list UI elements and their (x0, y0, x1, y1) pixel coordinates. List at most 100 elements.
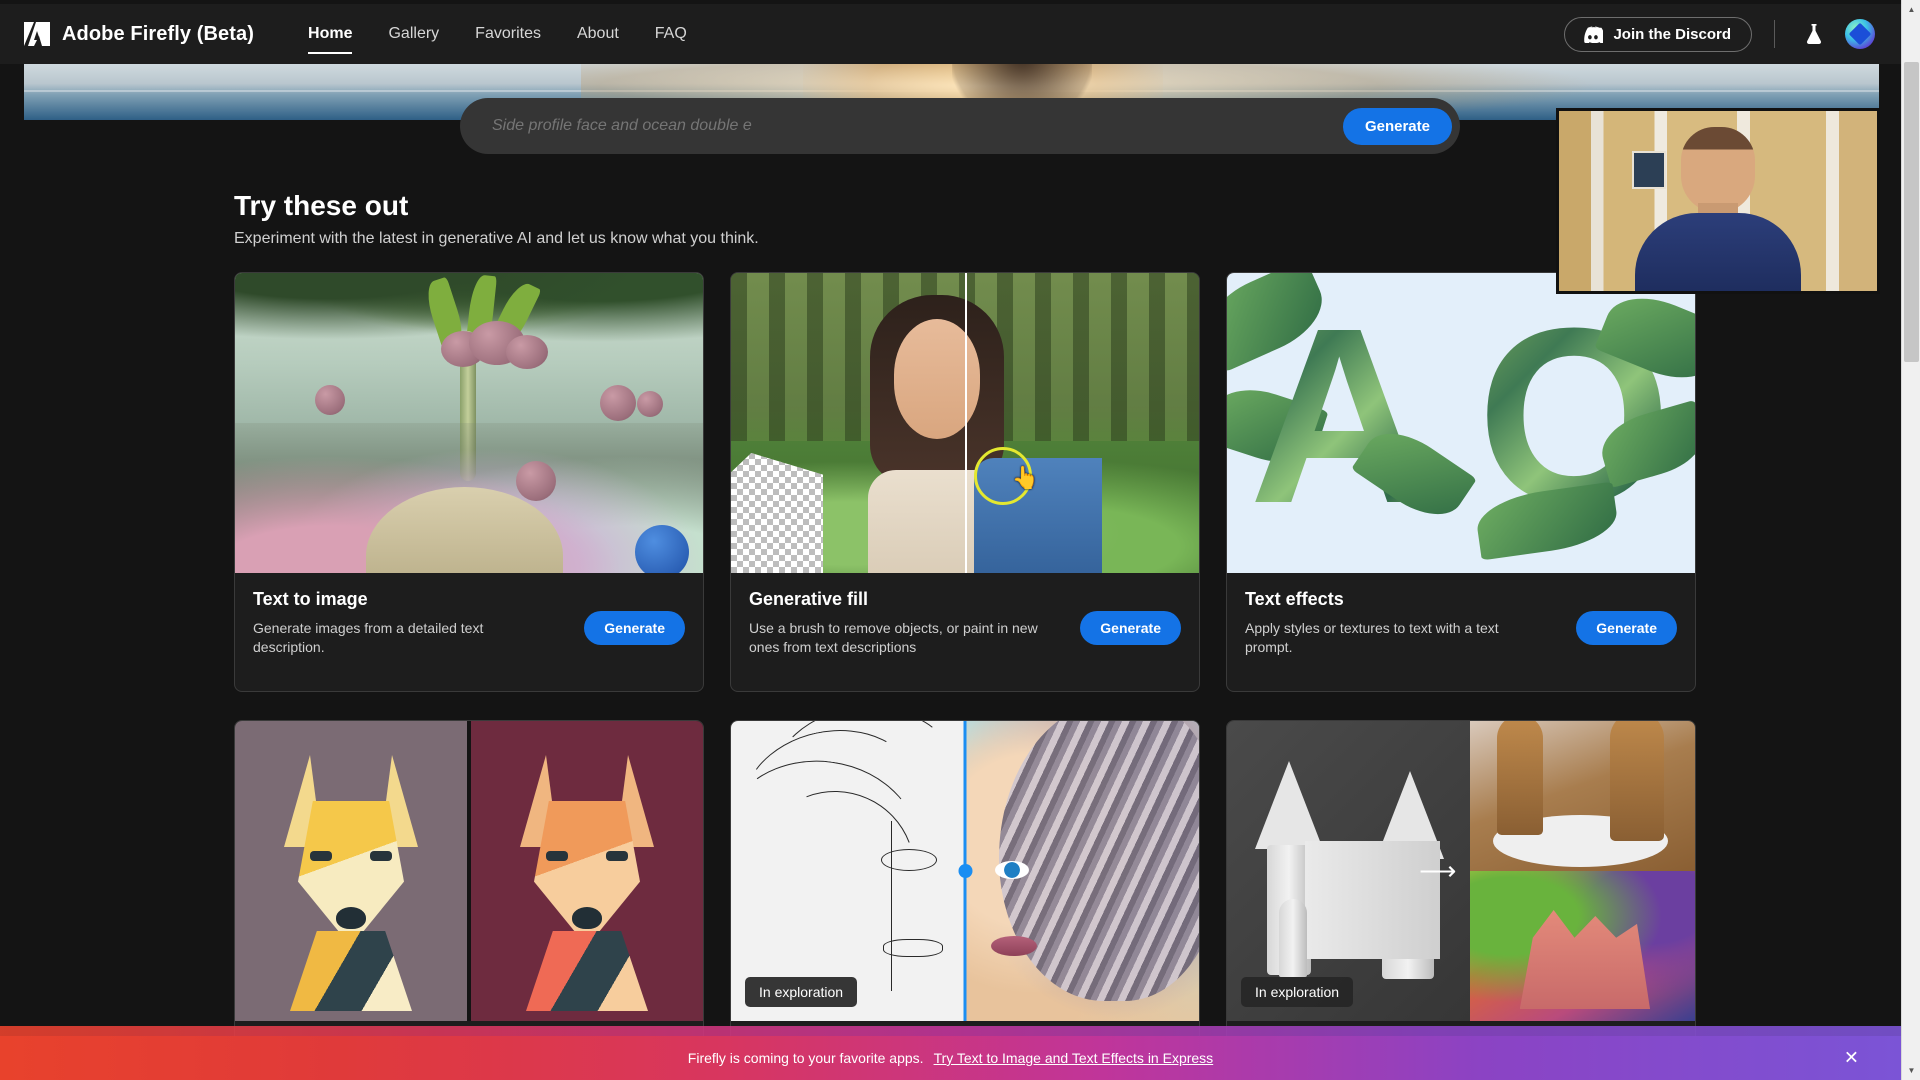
prompt-input[interactable] (492, 117, 1343, 135)
card-title: Text to image (253, 589, 368, 609)
nav-divider (1774, 20, 1775, 48)
sketch-lips (883, 939, 943, 957)
card-3d-to-image-media: ⟶ In exploration (1227, 721, 1695, 1021)
nav-link-about[interactable]: About (559, 4, 637, 64)
card-text-effects-media: A O (1227, 273, 1695, 573)
dog-pair-image (235, 721, 703, 1021)
card-generate-button-text-effects[interactable]: Generate (1576, 611, 1677, 645)
generated-lips (991, 936, 1037, 956)
webcam-person-head (1681, 127, 1755, 213)
badge-in-exploration: In exploration (745, 977, 858, 1007)
card-text-effects-body: Text effects Apply styles or textures to… (1227, 573, 1695, 691)
dog-nose (572, 907, 602, 929)
card-text-to-image-body: Text to image Generate images from a det… (235, 573, 703, 691)
painted-castle-image (1470, 871, 1695, 1021)
garden-bulb (515, 461, 556, 501)
user-avatar[interactable] (1845, 19, 1875, 49)
dog-nose (336, 907, 366, 929)
close-icon[interactable]: ✕ (1844, 1048, 1859, 1069)
brand[interactable]: Adobe Firefly (Beta) (24, 22, 254, 46)
gingerbread-tower (1497, 721, 1544, 835)
feature-card-grid: Text to image Generate images from a det… (234, 272, 1696, 1080)
promo-gradient-strip (0, 1026, 1901, 1036)
scroll-down-arrow-icon[interactable]: ▼ (1902, 1061, 1920, 1080)
generated-eye (995, 861, 1029, 879)
card-title: Generative fill (749, 589, 869, 609)
adobe-a-logo-icon (24, 22, 50, 46)
dog-pane-right (471, 721, 703, 1021)
app-viewport: Adobe Firefly (Beta) Home Gallery Favori… (0, 0, 1920, 1080)
scrollbar-thumb[interactable] (1904, 62, 1919, 362)
dog-pane-left (235, 721, 467, 1021)
card-description: Generate images from a detailed text des… (253, 620, 484, 655)
dog-eye-left (310, 851, 332, 861)
brand-name: Adobe Firefly (Beta) (62, 22, 255, 45)
card-description: Apply styles or textures to text with a … (1245, 620, 1499, 655)
sketch-to-image-comparison (731, 721, 1199, 1021)
dog-neck (526, 931, 648, 1011)
prompt-bar[interactable]: Generate (460, 98, 1460, 154)
discord-icon (1584, 26, 1604, 43)
scroll-up-arrow-icon[interactable]: ▲ (1902, 0, 1920, 19)
card-text-effects[interactable]: A O Text effects Apply styles or texture… (1226, 272, 1696, 692)
garden-blue-orb (635, 525, 689, 573)
comparison-slider-line[interactable] (958, 721, 972, 1021)
gf-hand-cursor-icon: 👆 (1011, 465, 1040, 490)
card-sketch-to-image-media: In exploration (731, 721, 1199, 1021)
card-style-transfer-dogs-media (235, 721, 703, 1021)
castle-cone-roof (1255, 761, 1323, 849)
avatar-inner-shape (1848, 22, 1872, 46)
sketch-side (731, 721, 965, 1021)
dog-head (276, 755, 426, 1011)
beta-flask-button[interactable] (1797, 17, 1831, 51)
text-effects-image: A O (1227, 273, 1695, 573)
card-text-to-image[interactable]: Text to image Generate images from a det… (234, 272, 704, 692)
card-text-to-image-media (235, 273, 703, 573)
garden-bulb (600, 385, 637, 421)
flask-icon (1806, 24, 1822, 45)
generated-hair (999, 721, 1199, 1001)
webcam-person-torso (1635, 213, 1801, 291)
join-discord-label: Join the Discord (1613, 25, 1731, 43)
generated-side (965, 721, 1199, 1021)
promo-banner: Firefly is coming to your favorite apps.… (0, 1036, 1901, 1080)
card-description: Use a brush to remove objects, or paint … (749, 620, 1038, 655)
gf-before-after-divider[interactable] (965, 273, 967, 573)
garden-bulb (314, 385, 345, 415)
garden-bulb (506, 335, 549, 369)
dog-eye-right (370, 851, 392, 861)
card-generative-fill-media: 👆 (731, 273, 1199, 573)
enchanted-garden-image (235, 273, 703, 573)
sketch-face-contour (891, 821, 951, 991)
three-d-model-side: ⟶ (1227, 721, 1470, 1021)
promo-link[interactable]: Try Text to Image and Text Effects in Ex… (934, 1050, 1214, 1066)
scrollbar-track-top[interactable] (1902, 19, 1920, 62)
card-generative-fill[interactable]: 👆 Generative fill Use a brush to remove … (730, 272, 1200, 692)
castle-small-tower (1279, 899, 1307, 977)
join-discord-button[interactable]: Join the Discord (1564, 16, 1752, 52)
top-navigation-bar: Adobe Firefly (Beta) Home Gallery Favori… (0, 4, 1901, 64)
sketch-eye (881, 849, 937, 871)
nav-links: Home Gallery Favorites About FAQ (290, 4, 705, 64)
promo-text: Firefly is coming to your favorite apps. (687, 1050, 924, 1066)
hero-generate-button[interactable]: Generate (1342, 107, 1452, 145)
card-generative-fill-body: Generative fill Use a brush to remove ob… (731, 573, 1199, 691)
card-generate-button-generative-fill[interactable]: Generate (1080, 611, 1181, 645)
dog-eye-left (546, 851, 568, 861)
nav-link-faq[interactable]: FAQ (637, 4, 705, 64)
nav-link-gallery[interactable]: Gallery (370, 4, 457, 64)
dog-eye-right (606, 851, 628, 861)
badge-in-exploration: In exploration (1241, 977, 1354, 1007)
card-generate-button-text-to-image[interactable]: Generate (584, 611, 685, 645)
nav-link-home[interactable]: Home (290, 4, 370, 64)
gf-transparency-checkerboard (731, 453, 823, 573)
gingerbread-castle-image (1470, 721, 1695, 871)
page-scrollbar[interactable]: ▲ ▼ (1901, 0, 1920, 1080)
webcam-overlay (1556, 108, 1880, 294)
garden-bulb (637, 391, 664, 417)
dog-head (512, 755, 662, 1011)
webcam-wall-panel (1632, 150, 1667, 189)
nav-link-favorites[interactable]: Favorites (457, 4, 559, 64)
card-title: Text effects (1245, 589, 1344, 609)
comparison-slider-handle[interactable] (958, 864, 972, 878)
